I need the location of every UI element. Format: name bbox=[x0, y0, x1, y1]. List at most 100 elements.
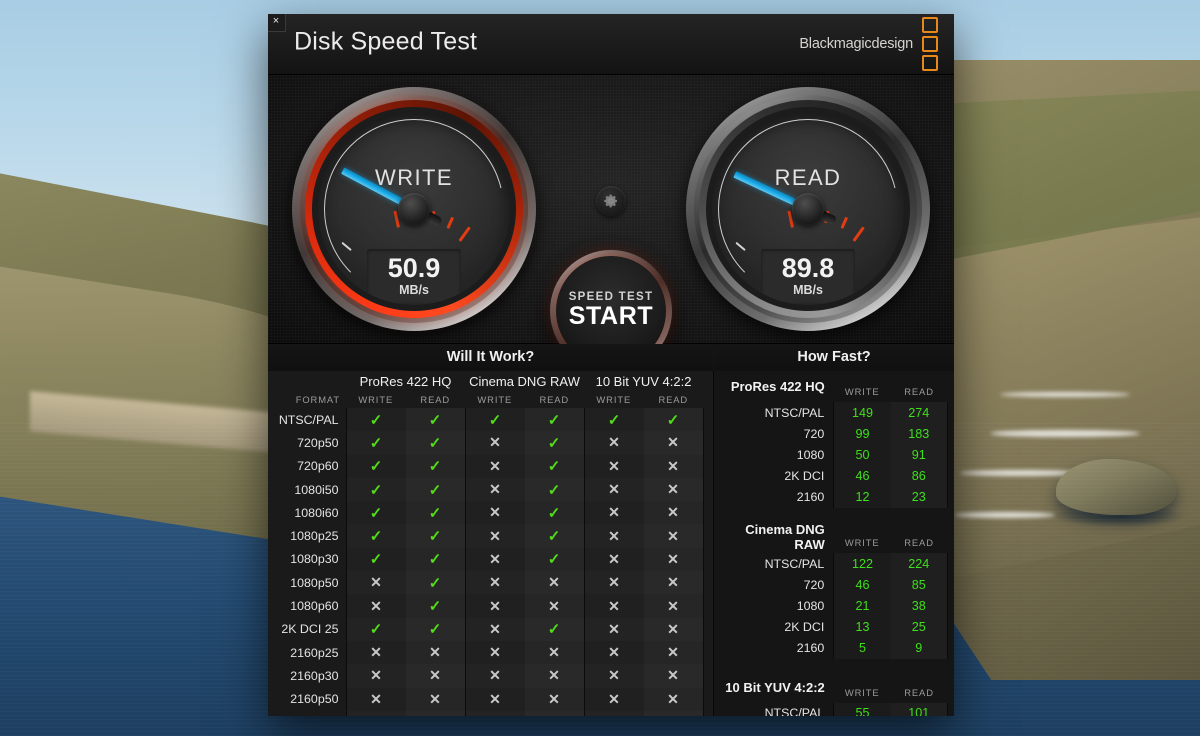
format-label: 2160p60 bbox=[278, 711, 346, 717]
unsupported-cell: ✕ bbox=[643, 477, 704, 502]
check-icon: ✓ bbox=[547, 411, 561, 429]
unsupported-cell: ✕ bbox=[643, 617, 704, 641]
cross-icon: ✕ bbox=[608, 597, 620, 614]
table-row: 1080 50 91 bbox=[716, 444, 948, 466]
cross-icon: ✕ bbox=[608, 690, 620, 707]
unsupported-cell: ✕ bbox=[643, 640, 704, 665]
check-icon: ✓ bbox=[428, 434, 442, 452]
section-header-row: ProRes 422 HQ WRITE READ bbox=[716, 371, 948, 402]
gear-glyph bbox=[604, 194, 618, 208]
supported-cell: ✓ bbox=[405, 547, 466, 572]
format-label: 2K DCI 25 bbox=[281, 622, 339, 637]
write-gauge-face: WRITE 50.9 MB/s bbox=[318, 113, 510, 305]
check-icon: ✓ bbox=[428, 411, 442, 429]
check-icon: ✓ bbox=[428, 458, 442, 476]
table-row: 1080p25 ✓ ✓ ✕ ✓ ✕ ✕ bbox=[278, 524, 704, 548]
unsupported-cell: ✕ bbox=[464, 594, 525, 618]
unsupported-cell: ✕ bbox=[464, 431, 525, 455]
unsupported-cell: ✕ bbox=[643, 501, 704, 525]
how-fast-body: ProRes 422 HQ WRITE READ NTSC/PAL 149 274 720 9… bbox=[716, 371, 948, 716]
brand-logo: Blackmagicdesign bbox=[799, 17, 938, 71]
cross-icon: ✕ bbox=[429, 667, 441, 684]
check-icon: ✓ bbox=[369, 434, 383, 452]
unsupported-cell: ✕ bbox=[405, 640, 466, 665]
write-gauge-readout: 50.9 MB/s bbox=[367, 249, 461, 305]
supported-cell: ✓ bbox=[524, 524, 585, 548]
unsupported-cell: ✕ bbox=[583, 571, 644, 595]
read-gauge-unit: MB/s bbox=[793, 283, 823, 298]
section-header-row: Cinema DNG RAW WRITE READ bbox=[716, 521, 948, 553]
cross-icon: ✕ bbox=[667, 550, 679, 567]
supported-cell: ✓ bbox=[524, 431, 585, 455]
cross-icon: ✕ bbox=[429, 690, 441, 707]
read-speed-value: 86 bbox=[890, 465, 948, 487]
cross-icon: ✕ bbox=[489, 527, 501, 544]
cross-icon: ✕ bbox=[370, 714, 382, 716]
write-speed-value: 99 bbox=[833, 423, 891, 445]
cross-icon: ✕ bbox=[548, 667, 560, 684]
read-speed-value: 85 bbox=[890, 574, 948, 596]
table-row: 2160p60 ✕ ✕ ✕ ✕ ✕ ✕ bbox=[278, 710, 704, 717]
check-icon: ✓ bbox=[369, 551, 383, 569]
format-label: 720p50 bbox=[297, 435, 339, 450]
format-label: 1080i50 bbox=[294, 482, 339, 497]
app-title: Disk Speed Test bbox=[294, 27, 478, 56]
cross-icon: ✕ bbox=[370, 597, 382, 614]
group-header-prores: ProRes 422 HQ bbox=[359, 373, 452, 389]
format-label: 1080p30 bbox=[290, 552, 339, 567]
results-panels: Will It Work? How Fast? ProRes 422 HQ Ci… bbox=[268, 344, 954, 716]
table-row: 2K DCI 13 25 bbox=[716, 616, 948, 638]
resolution-label: NTSC/PAL bbox=[764, 556, 825, 571]
unsupported-cell: ✕ bbox=[464, 617, 525, 641]
gear-icon[interactable] bbox=[596, 186, 626, 216]
cross-icon: ✕ bbox=[548, 690, 560, 707]
write-speed-value: 149 bbox=[833, 402, 891, 424]
sub-header-read: READ bbox=[904, 386, 934, 397]
gauge-area: WRITE 50.9 MB/s SPEED TEST START READ 89… bbox=[268, 75, 954, 372]
resolution-label: 1080 bbox=[796, 598, 825, 613]
table-row: 2160 5 9 bbox=[716, 637, 948, 659]
unsupported-cell: ✕ bbox=[583, 431, 644, 455]
check-icon: ✓ bbox=[547, 481, 561, 499]
supported-cell: ✓ bbox=[405, 431, 466, 455]
supported-cell: ✓ bbox=[405, 477, 466, 502]
read-gauge-readout: 89.8 MB/s bbox=[761, 249, 855, 305]
write-speed-value: 5 bbox=[833, 637, 891, 659]
check-icon: ✓ bbox=[369, 504, 383, 522]
cross-icon: ✕ bbox=[667, 644, 679, 661]
unsupported-cell: ✕ bbox=[345, 594, 406, 618]
unsupported-cell: ✕ bbox=[583, 687, 644, 711]
cross-icon: ✕ bbox=[370, 644, 382, 661]
cross-icon: ✕ bbox=[667, 667, 679, 684]
cross-icon: ✕ bbox=[489, 690, 501, 707]
unsupported-cell: ✕ bbox=[345, 640, 406, 665]
check-icon: ✓ bbox=[547, 551, 561, 569]
unsupported-cell: ✕ bbox=[583, 477, 644, 502]
group-header-spacer bbox=[278, 371, 346, 391]
sub-header-read: READ bbox=[904, 536, 934, 548]
unsupported-cell: ✕ bbox=[464, 571, 525, 595]
check-icon: ✓ bbox=[547, 621, 561, 639]
title-bar: Disk Speed Test Blackmagicdesign bbox=[268, 14, 954, 75]
format-label: 720p60 bbox=[297, 459, 339, 474]
supported-cell: ✓ bbox=[345, 454, 406, 478]
unsupported-cell: ✕ bbox=[643, 687, 704, 711]
unsupported-cell: ✕ bbox=[345, 664, 406, 688]
format-label: 1080p50 bbox=[290, 575, 339, 590]
read-gauge: READ 89.8 MB/s bbox=[686, 87, 930, 331]
unsupported-cell: ✕ bbox=[643, 594, 704, 618]
close-button[interactable]: × bbox=[268, 14, 286, 32]
cross-icon: ✕ bbox=[370, 690, 382, 707]
table-row: 720p50 ✓ ✓ ✕ ✓ ✕ ✕ bbox=[278, 431, 704, 455]
sub-header-read: READ bbox=[904, 686, 934, 698]
how-fast-title: How Fast? bbox=[714, 344, 954, 372]
unsupported-cell: ✕ bbox=[405, 687, 466, 711]
unsupported-cell: ✕ bbox=[464, 477, 525, 502]
sub-header-write: WRITE bbox=[477, 394, 513, 405]
supported-cell: ✓ bbox=[524, 477, 585, 502]
read-gauge-face: READ 89.8 MB/s bbox=[712, 113, 904, 305]
supported-cell: ✓ bbox=[345, 524, 406, 548]
group-header-dng: Cinema DNG RAW bbox=[469, 373, 580, 389]
cross-icon: ✕ bbox=[667, 597, 679, 614]
check-icon: ✓ bbox=[369, 481, 383, 499]
